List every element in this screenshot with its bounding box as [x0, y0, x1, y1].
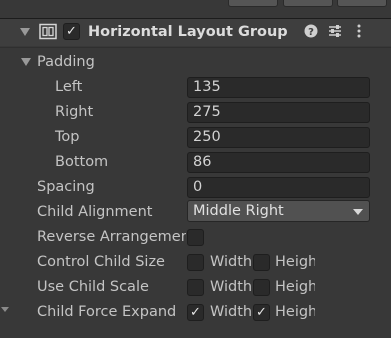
- top-button-2[interactable]: [283, 0, 333, 7]
- padding-bottom-label: Bottom: [55, 154, 109, 170]
- padding-left-label: Left: [55, 79, 83, 95]
- control-child-size-height-checkbox[interactable]: [253, 254, 270, 271]
- child-alignment-label: Child Alignment: [37, 204, 153, 220]
- control-child-size-width-label: Width: [210, 254, 253, 270]
- use-child-scale-height-label: Height: [275, 279, 315, 295]
- control-child-size-height-label: Height: [275, 254, 315, 270]
- use-child-scale-height-checkbox[interactable]: [253, 279, 270, 296]
- child-force-expand-width-checkbox[interactable]: ✓: [187, 304, 204, 321]
- use-child-scale-label: Use Child Scale: [37, 279, 149, 295]
- collapse-triangle-icon[interactable]: [20, 28, 30, 36]
- check-icon: ✓: [190, 305, 201, 320]
- reverse-arrangement-label: Reverse Arrangement: [37, 229, 186, 245]
- child-alignment-dropdown[interactable]: Middle Right: [187, 200, 370, 222]
- presets-icon[interactable]: [328, 24, 342, 38]
- padding-label[interactable]: Padding: [37, 52, 95, 72]
- horizontal-layout-icon: [39, 23, 57, 40]
- use-child-scale-width-label: Width: [210, 279, 253, 295]
- padding-top-label: Top: [55, 129, 80, 145]
- padding-right-label: Right: [55, 104, 94, 120]
- padding-right-field[interactable]: 275: [187, 102, 370, 123]
- padding-left-field[interactable]: 135: [187, 77, 370, 98]
- previous-component-strip: [0, 0, 391, 7]
- spacing-label: Spacing: [37, 179, 95, 195]
- padding-foldout-icon[interactable]: [21, 58, 31, 66]
- scroll-down-arrow-icon[interactable]: [1, 307, 9, 312]
- padding-bottom-field[interactable]: 86: [187, 152, 370, 173]
- child-alignment-value: Middle Right: [193, 203, 284, 219]
- component-title: Horizontal Layout Group: [88, 24, 288, 40]
- top-button-3[interactable]: [337, 0, 387, 7]
- component-enabled-checkbox[interactable]: ✓: [63, 23, 80, 40]
- child-force-expand-label: Child Force Expand: [37, 304, 177, 320]
- left-scroll-edge: [0, 300, 6, 338]
- control-child-size-label: Control Child Size: [37, 254, 165, 270]
- child-force-expand-width-label: Width: [210, 304, 253, 320]
- reverse-arrangement-checkbox[interactable]: [187, 229, 204, 246]
- more-options-icon[interactable]: [355, 24, 363, 38]
- use-child-scale-width-checkbox[interactable]: [187, 279, 204, 296]
- child-force-expand-height-label: Height: [275, 304, 315, 320]
- top-button-1[interactable]: [228, 0, 278, 7]
- spacing-field[interactable]: 0: [187, 177, 370, 198]
- padding-top-field[interactable]: 250: [187, 127, 370, 148]
- help-icon[interactable]: ?: [304, 24, 318, 38]
- dropdown-arrow-icon: [353, 209, 363, 215]
- control-child-size-width-checkbox[interactable]: [187, 254, 204, 271]
- check-icon: ✓: [66, 24, 77, 39]
- header-separator: [0, 47, 391, 48]
- child-force-expand-height-checkbox[interactable]: ✓: [253, 304, 270, 321]
- check-icon: ✓: [256, 305, 267, 320]
- svg-text:?: ?: [308, 27, 314, 38]
